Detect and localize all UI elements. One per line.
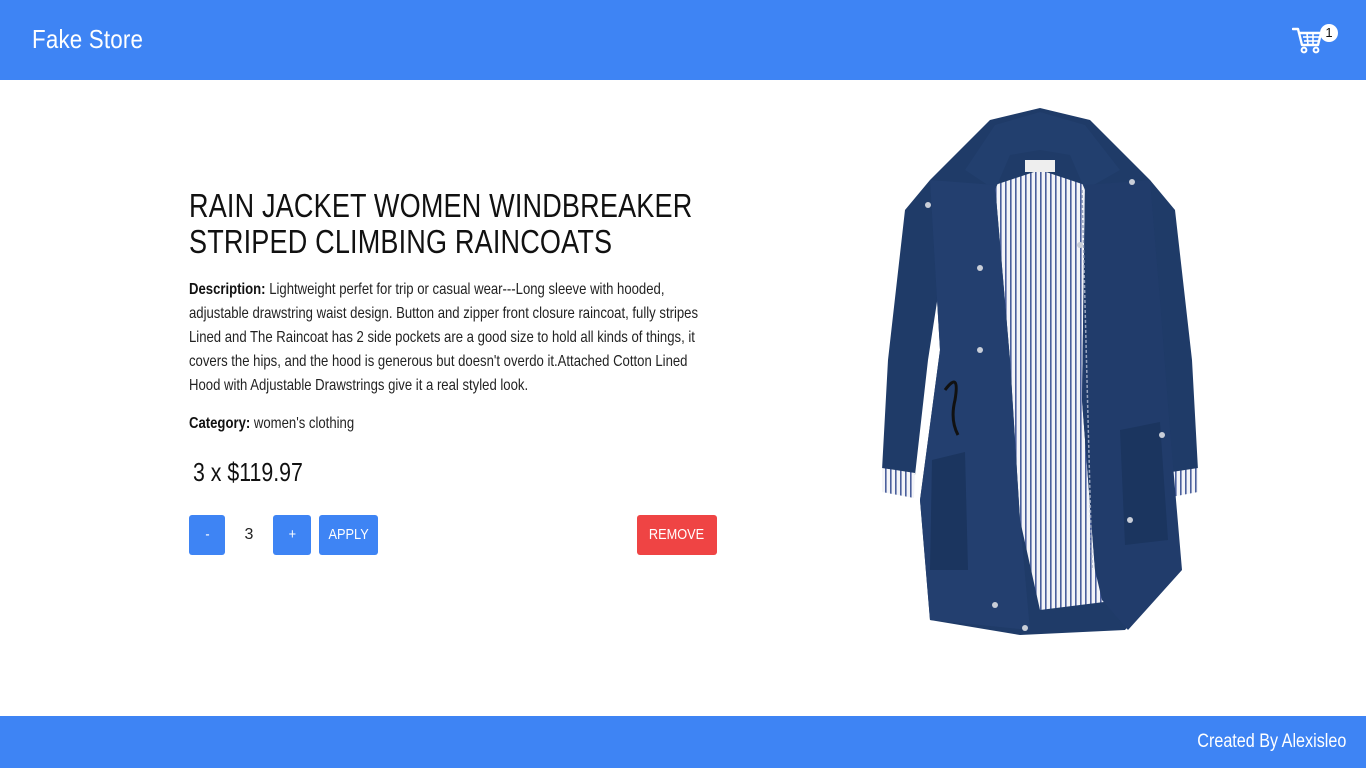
description-text: Lightweight perfet for trip or casual we…: [189, 281, 699, 394]
footer: Created By Alexisleo: [0, 716, 1366, 768]
brand-logo[interactable]: Fake Store: [32, 24, 143, 55]
top-navbar: Fake Store 1: [0, 0, 1366, 80]
product-image: [882, 108, 1198, 635]
brand-label-patch: [1025, 160, 1055, 172]
remove-label: REMOVE: [649, 526, 705, 543]
cart-icon: [1292, 27, 1322, 54]
category-value: women's clothing: [253, 415, 355, 432]
increment-label: +: [288, 526, 296, 543]
cart-button[interactable]: 1: [1292, 24, 1342, 58]
product-category: Category: women's clothing: [189, 414, 354, 434]
apply-button[interactable]: APPLY: [319, 515, 378, 555]
category-label: Category:: [189, 415, 251, 432]
description-label: Description:: [189, 281, 266, 298]
footer-credit: Created By Alexisleo: [1196, 731, 1346, 752]
price-line: 3 x $119.97: [193, 457, 303, 487]
increment-button[interactable]: +: [273, 515, 311, 555]
quantity-value: 3: [244, 526, 254, 543]
product-title: RAIN JACKET WOMEN WINDBREAKER STRIPED CL…: [189, 187, 693, 260]
decrement-button[interactable]: -: [189, 515, 225, 555]
decrement-label: -: [204, 526, 210, 543]
product-description: Description: Lightweight perfet for trip…: [189, 278, 718, 398]
remove-button[interactable]: REMOVE: [637, 515, 717, 555]
product-info: RAIN JACKET WOMEN WINDBREAKER STRIPED CL…: [189, 187, 719, 488]
cart-count-badge: 1: [1320, 24, 1338, 42]
apply-label: APPLY: [328, 526, 369, 543]
